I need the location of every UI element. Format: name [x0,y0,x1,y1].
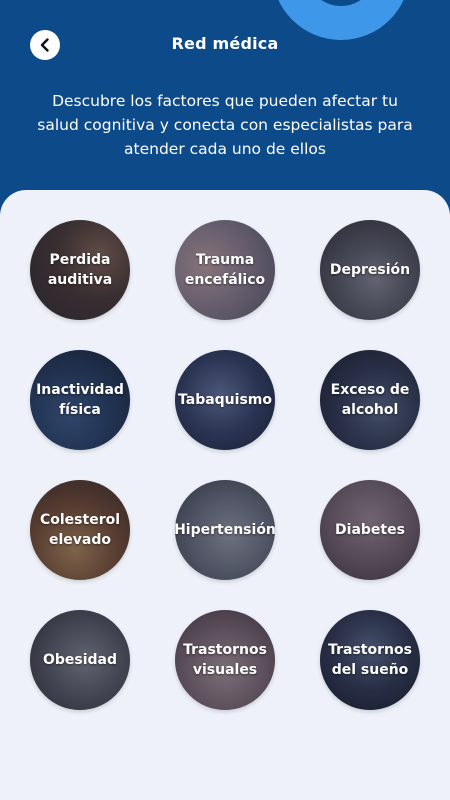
factor-label: Exceso de alcohol [330,382,410,418]
factor-depression[interactable]: Depresión [320,220,420,320]
factor-label: Trauma encefálico [184,252,266,288]
factor-label: Colesterol elevado [39,512,121,548]
header: Red médica Descubre los factores que pue… [0,0,450,215]
factor-label: Hipertensión [175,522,275,538]
factor-label: Diabetes [335,522,405,538]
factor-label: Trastornos del sueño [328,642,412,678]
factor-diabetes[interactable]: Diabetes [320,480,420,580]
factor-obesity[interactable]: Obesidad [30,610,130,710]
factor-brain-trauma[interactable]: Trauma encefálico [175,220,275,320]
page-title: Red médica [171,34,279,53]
factor-physical-inactivity[interactable]: Inactividad física [30,350,130,450]
factor-label: Depresión [329,262,411,278]
factor-label: Trastornos visuales [183,642,267,678]
page-subtitle: Descubre los factores que pueden afectar… [37,92,413,158]
factor-visual-disorders[interactable]: Trastornos visuales [175,610,275,710]
factor-label: Tabaquismo [178,392,272,408]
factors-panel: Perdida auditiva Trauma encefálico Depresi… [0,190,450,800]
factor-smoking[interactable]: Tabaquismo [175,350,275,450]
factor-hearing-loss[interactable]: Perdida auditiva [30,220,130,320]
factor-label: Inactividad física [36,382,124,418]
factor-label: Obesidad [42,652,118,668]
factor-sleep-disorders[interactable]: Trastornos del sueño [320,610,420,710]
factor-hypertension[interactable]: Hipertensión [175,480,275,580]
factor-cholesterol[interactable]: Colesterol elevado [30,480,130,580]
factor-label: Perdida auditiva [47,252,113,288]
factors-grid: Perdida auditiva Trauma encefálico Depresi… [30,220,420,710]
factor-alcohol[interactable]: Exceso de alcohol [320,350,420,450]
